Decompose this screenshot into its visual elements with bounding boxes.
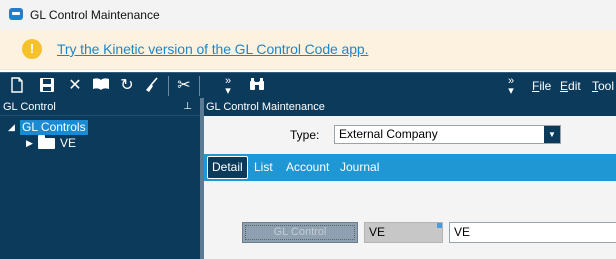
main-toolbar: ✕ ↻ ✂ » ▾ » ▾ File Edit Tool (0, 72, 616, 98)
collapse-arrow-icon[interactable]: ◢ (8, 122, 15, 133)
new-icon[interactable] (8, 77, 26, 95)
tab-detail[interactable]: Detail (207, 156, 248, 179)
tree-panel: GL Control ⊥ ◢ GL Controls ▶ VE (0, 98, 200, 259)
toolbar-separator (199, 76, 200, 96)
type-label: Type: (290, 128, 320, 142)
expand-arrow-icon[interactable]: ▶ (26, 138, 33, 149)
kinetic-banner: ! Try the Kinetic version of the GL Cont… (0, 30, 616, 70)
menu-edit[interactable]: Edit (560, 79, 581, 93)
tree-root-label[interactable]: GL Controls (20, 120, 88, 135)
cut-icon[interactable]: ✂ (175, 77, 193, 95)
kinetic-link[interactable]: Try the Kinetic version of the GL Contro… (57, 41, 368, 57)
tree-panel-header: GL Control ⊥ (0, 98, 200, 116)
tree-node-label[interactable]: VE (60, 136, 76, 151)
clear-icon[interactable] (143, 77, 161, 95)
gl-control-code-readonly: VE (364, 222, 443, 243)
menu-overflow-icon[interactable]: » ▾ (506, 76, 516, 97)
menu-tools[interactable]: Tool (592, 79, 614, 93)
title-bar: GL Control Maintenance (0, 0, 616, 30)
delete-icon[interactable]: ✕ (66, 77, 84, 95)
refresh-icon[interactable]: ↻ (118, 77, 136, 95)
main-panel-title: GL Control Maintenance (206, 101, 325, 113)
folder-icon (38, 135, 55, 149)
tab-account[interactable]: Account (286, 160, 329, 174)
type-select-value: External Company (339, 127, 438, 141)
toolbar-separator (168, 76, 169, 96)
tab-journal[interactable]: Journal (340, 160, 379, 174)
type-select[interactable]: External Company ▼ (334, 125, 561, 144)
toolbar-overflow-icon[interactable]: » ▾ (223, 76, 233, 97)
dropdown-arrow-icon[interactable]: ▼ (544, 126, 560, 143)
tab-list[interactable]: List (254, 160, 273, 174)
book-icon[interactable] (92, 77, 110, 95)
gl-control-button[interactable]: GL Control (242, 222, 358, 243)
main-panel-header: GL Control Maintenance (204, 98, 616, 116)
warning-icon: ! (22, 39, 42, 59)
app-icon (9, 8, 23, 20)
binoculars-icon[interactable] (248, 77, 266, 95)
save-icon[interactable] (38, 77, 56, 95)
gl-control-code-input[interactable]: VE (449, 222, 616, 243)
main-panel: Type: External Company ▼ Detail List Acc… (204, 116, 616, 259)
window-title: GL Control Maintenance (30, 8, 160, 22)
pin-icon[interactable]: ⊥ (183, 98, 192, 116)
menu-file[interactable]: File (532, 79, 551, 93)
tree-panel-title: GL Control (3, 101, 56, 113)
tab-bar: Detail List Account Journal (204, 154, 616, 181)
